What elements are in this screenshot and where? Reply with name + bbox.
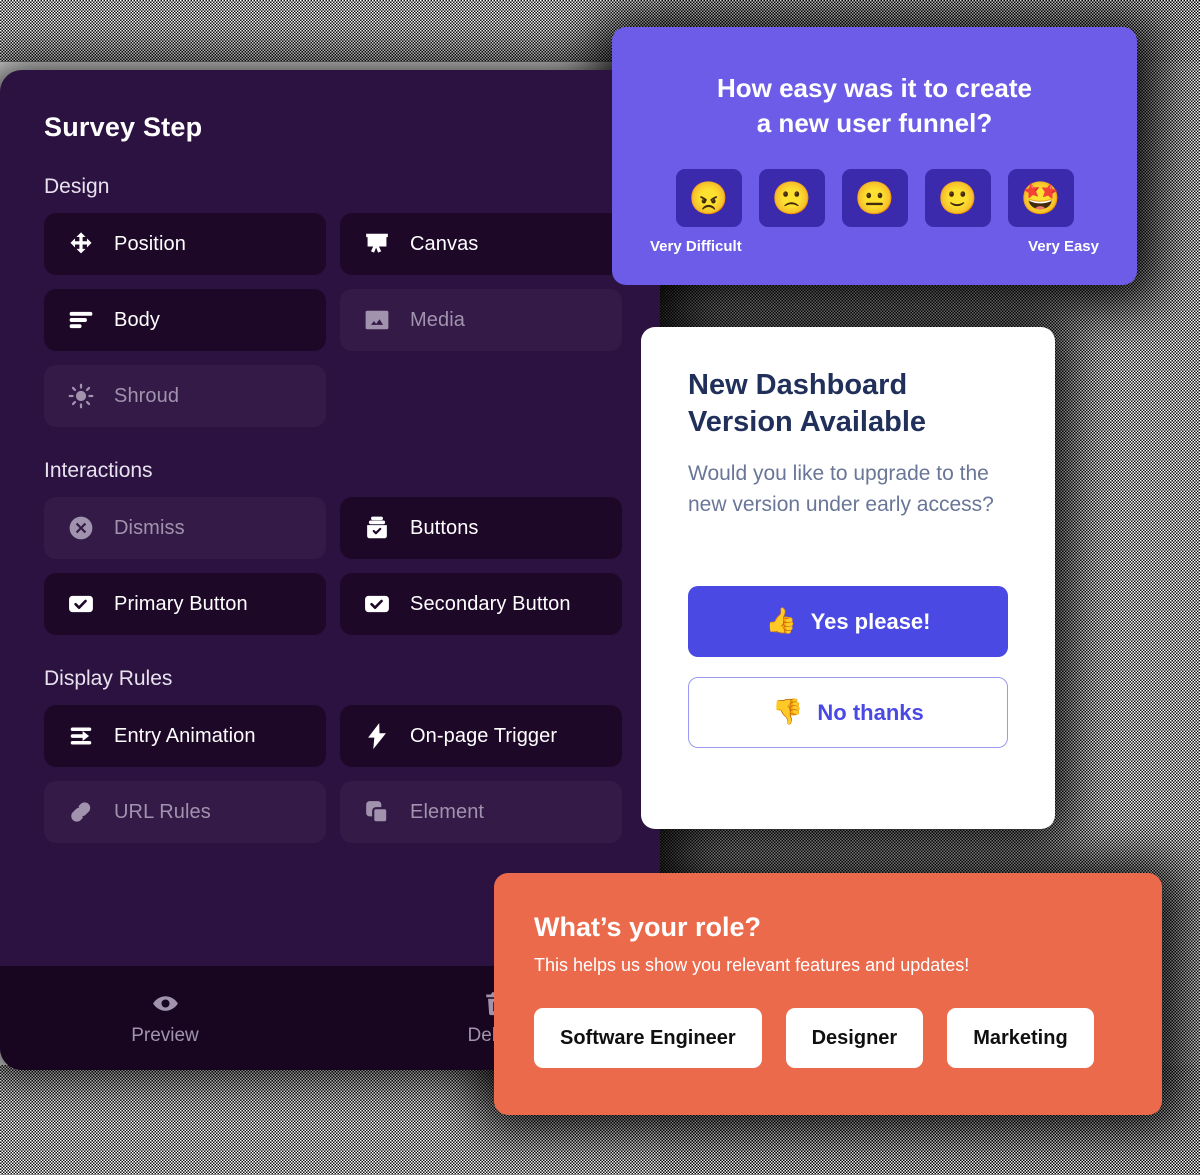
star-struck-face-icon: 🤩 (1020, 180, 1061, 217)
sidebar-item-canvas[interactable]: Canvas (340, 213, 622, 275)
section-header-interactions: Interactions (44, 459, 153, 482)
sidebar-item-media[interactable]: Media (340, 289, 622, 351)
scale-label-low: Very Difficult (650, 238, 742, 256)
yes-please-label: Yes please! (810, 608, 931, 634)
link-icon (66, 797, 96, 827)
sidebar-item-label: Buttons (410, 516, 479, 539)
survey-card: How easy was it to create a new user fun… (612, 27, 1137, 285)
no-thanks-button[interactable]: 👎 No thanks (688, 677, 1008, 749)
survey-option-slightly-smiling-face[interactable]: 🙂 (924, 169, 991, 228)
survey-option-neutral-face[interactable]: 😐 (841, 169, 908, 228)
scale-label-high: Very Easy (1028, 238, 1099, 256)
thumbs-down-icon: 👎 (772, 698, 804, 727)
sidebar-item-label: Element (410, 800, 485, 823)
yes-please-button[interactable]: 👍 Yes please! (688, 586, 1008, 658)
angry-face-icon: 😠 (688, 180, 729, 217)
survey-question-line1: How easy was it to create (716, 73, 1033, 103)
sidebar-item-label: Media (410, 308, 465, 331)
role-option-software-engineer[interactable]: Software Engineer (534, 1008, 762, 1068)
slightly-smiling-face-icon: 🙂 (937, 180, 978, 217)
dashboard-title-line2: Version Available (688, 406, 927, 439)
design-grid: Position Canvas Body Media Shroud (44, 213, 660, 427)
sidebar-item-entry-animation[interactable]: Entry Animation (44, 705, 326, 767)
body-icon (66, 305, 96, 335)
sidebar-item-label: Body (114, 308, 160, 331)
sidebar-item-label: Dismiss (114, 516, 185, 539)
role-options: Software Engineer Designer Marketing (534, 1008, 1122, 1068)
dashboard-card-title: New Dashboard Version Available (688, 367, 1008, 441)
role-option-marketing[interactable]: Marketing (947, 1008, 1094, 1068)
sidebar-item-primary-button[interactable]: Primary Button (44, 573, 326, 635)
shroud-icon (66, 381, 96, 411)
section-header-design: Design (44, 175, 110, 198)
survey-options: 😠 🙁 😐 🙂 🤩 (648, 169, 1101, 228)
sidebar-item-label: URL Rules (114, 800, 211, 823)
preview-label: Preview (131, 1024, 199, 1046)
move-icon (66, 229, 96, 259)
sidebar-item-position[interactable]: Position (44, 213, 326, 275)
no-thanks-label: No thanks (817, 699, 924, 725)
eye-icon (152, 990, 179, 1017)
element-icon (362, 797, 392, 827)
sidebar-item-label: On-page Trigger (410, 724, 558, 747)
display-rules-grid: Entry Animation On-page Trigger URL Rule… (44, 705, 660, 843)
dashboard-upgrade-card: New Dashboard Version Available Would yo… (641, 327, 1055, 829)
neutral-face-icon: 😐 (854, 180, 895, 217)
slightly-frowning-face-icon: 🙁 (771, 180, 812, 217)
entry-animation-icon (66, 721, 96, 751)
sidebar-item-element[interactable]: Element (340, 781, 622, 843)
sidebar-item-label: Secondary Button (410, 592, 571, 615)
survey-option-star-struck-face[interactable]: 🤩 (1007, 169, 1074, 228)
role-survey-card: What’s your role? This helps us show you… (494, 873, 1162, 1115)
survey-question: How easy was it to create a new user fun… (648, 71, 1101, 141)
dashboard-title-line1: New Dashboard (688, 369, 908, 401)
page-title: Survey Step (44, 112, 203, 142)
sidebar-item-label: Entry Animation (114, 724, 256, 747)
sidebar-item-dismiss[interactable]: Dismiss (44, 497, 326, 559)
dashboard-card-body: Would you like to upgrade to the new ver… (688, 462, 994, 516)
media-icon (362, 305, 392, 335)
sidebar-item-buttons[interactable]: Buttons (340, 497, 622, 559)
sidebar-item-body[interactable]: Body (44, 289, 326, 351)
survey-option-slightly-frowning-face[interactable]: 🙁 (758, 169, 825, 228)
sidebar-item-label: Shroud (114, 384, 180, 407)
thumbs-up-icon: 👍 (765, 607, 797, 636)
checkbox-icon (66, 589, 96, 619)
section-header-display-rules: Display Rules (44, 667, 173, 690)
role-option-designer[interactable]: Designer (785, 1008, 924, 1068)
interactions-grid: Dismiss Buttons Primary Button Secondary… (44, 497, 660, 635)
sidebar-item-url-rules[interactable]: URL Rules (44, 781, 326, 843)
sidebar-item-secondary-button[interactable]: Secondary Button (340, 573, 622, 635)
preview-button[interactable]: Preview (0, 990, 330, 1047)
survey-question-line2: a new user funnel? (756, 108, 993, 139)
bolt-icon (362, 721, 392, 751)
sidebar-item-label: Position (114, 232, 186, 255)
dismiss-icon (66, 513, 96, 543)
survey-option-angry-face[interactable]: 😠 (675, 169, 742, 228)
role-card-subtitle: This helps us show you relevant features… (534, 955, 970, 975)
role-card-title: What’s your role? (534, 912, 762, 942)
survey-scale-labels: Very Difficult Very Easy (648, 238, 1101, 255)
sidebar-item-label: Canvas (410, 232, 479, 255)
sidebar-item-on-page-trigger[interactable]: On-page Trigger (340, 705, 622, 767)
checkbox-icon (362, 589, 392, 619)
sidebar-item-shroud[interactable]: Shroud (44, 365, 326, 427)
buttons-icon (362, 513, 392, 543)
sidebar-item-label: Primary Button (114, 592, 248, 615)
canvas-icon (362, 229, 392, 259)
